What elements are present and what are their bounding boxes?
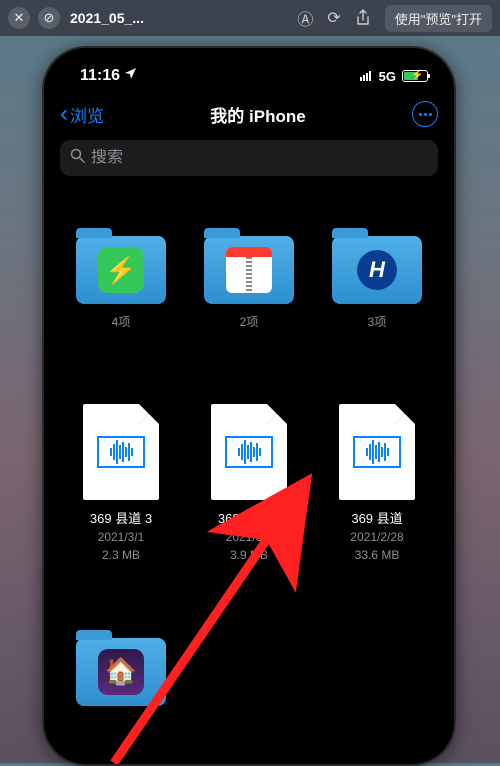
back-button[interactable]: ‹ 浏览 <box>60 102 104 127</box>
close-icon[interactable]: ✕ <box>8 7 30 29</box>
rotate-icon[interactable]: ⟳ <box>327 8 340 28</box>
chevron-left-icon: ‹ <box>60 102 68 126</box>
mac-quicklook-toolbar: ✕ ⊘ 2021_05_... Ⓐ ⟳ 使用"预览"打开 <box>0 0 500 36</box>
ellipsis-icon <box>419 113 432 116</box>
item-date: 2021/3/1 <box>98 529 145 545</box>
search-bar[interactable] <box>60 140 438 176</box>
item-size: 2.3 MB <box>102 547 140 563</box>
item-sub: 3项 <box>368 314 387 330</box>
folder-item[interactable]: H 3项 <box>320 236 434 330</box>
files-grid: ⚡ 4项 2项 H 3项 369 县道 3 2021/3/1 2.3 MB 36… <box>44 184 454 716</box>
folder-icon: 🏠 <box>76 638 166 706</box>
block-icon[interactable]: ⊘ <box>38 7 60 29</box>
folder-icon: H <box>332 236 422 304</box>
back-label: 浏览 <box>70 102 104 127</box>
file-item[interactable]: 369 县道 2 2021/3/1 3.9 MB <box>192 404 306 563</box>
item-date: 2021/3/1 <box>226 529 273 545</box>
item-size: 33.6 MB <box>355 547 400 563</box>
markup-icon[interactable]: Ⓐ <box>297 6 313 30</box>
status-time: 11:16 <box>80 67 120 85</box>
audio-file-icon <box>83 404 159 500</box>
audio-file-icon <box>339 404 415 500</box>
item-sub: 4项 <box>112 314 131 330</box>
lightning-icon: ⚡ <box>98 247 144 293</box>
nav-bar: ‹ 浏览 我的 iPhone <box>44 92 454 136</box>
item-name: 369 县道 <box>351 508 402 527</box>
item-sub: 2项 <box>240 314 259 330</box>
network-label: 5G <box>379 69 396 84</box>
search-icon <box>70 148 85 168</box>
folder-icon <box>204 236 294 304</box>
search-input[interactable] <box>91 149 428 167</box>
share-icon[interactable] <box>355 9 371 27</box>
folder-item[interactable]: ⚡ 4项 <box>64 236 178 330</box>
app-icon: H <box>354 247 400 293</box>
folder-item[interactable]: 🏠 <box>64 638 178 706</box>
file-item[interactable]: 369 县道 2021/2/28 33.6 MB <box>320 404 434 563</box>
folder-icon: ⚡ <box>76 236 166 304</box>
file-item[interactable]: 369 县道 3 2021/3/1 2.3 MB <box>64 404 178 563</box>
home-icon: 🏠 <box>98 649 144 695</box>
zip-icon <box>226 247 272 293</box>
signal-icon <box>360 71 371 81</box>
item-date: 2021/2/28 <box>350 529 403 545</box>
audio-file-icon <box>211 404 287 500</box>
item-name: 369 县道 2 <box>218 508 280 527</box>
folder-item[interactable]: 2项 <box>192 236 306 330</box>
status-bar: 11:16 5G ⚡ <box>44 48 454 92</box>
open-with-button[interactable]: 使用"预览"打开 <box>385 5 492 32</box>
location-icon <box>124 67 137 85</box>
item-size: 3.9 MB <box>230 547 268 563</box>
window-title: 2021_05_... <box>70 10 144 26</box>
item-name: 369 县道 3 <box>90 508 152 527</box>
iphone-frame: 11:16 5G ⚡ ‹ 浏览 我的 iPhone ⚡ 4项 <box>42 46 456 766</box>
page-title: 我的 iPhone <box>210 102 305 127</box>
battery-icon: ⚡ <box>402 70 428 82</box>
more-button[interactable] <box>412 101 438 127</box>
